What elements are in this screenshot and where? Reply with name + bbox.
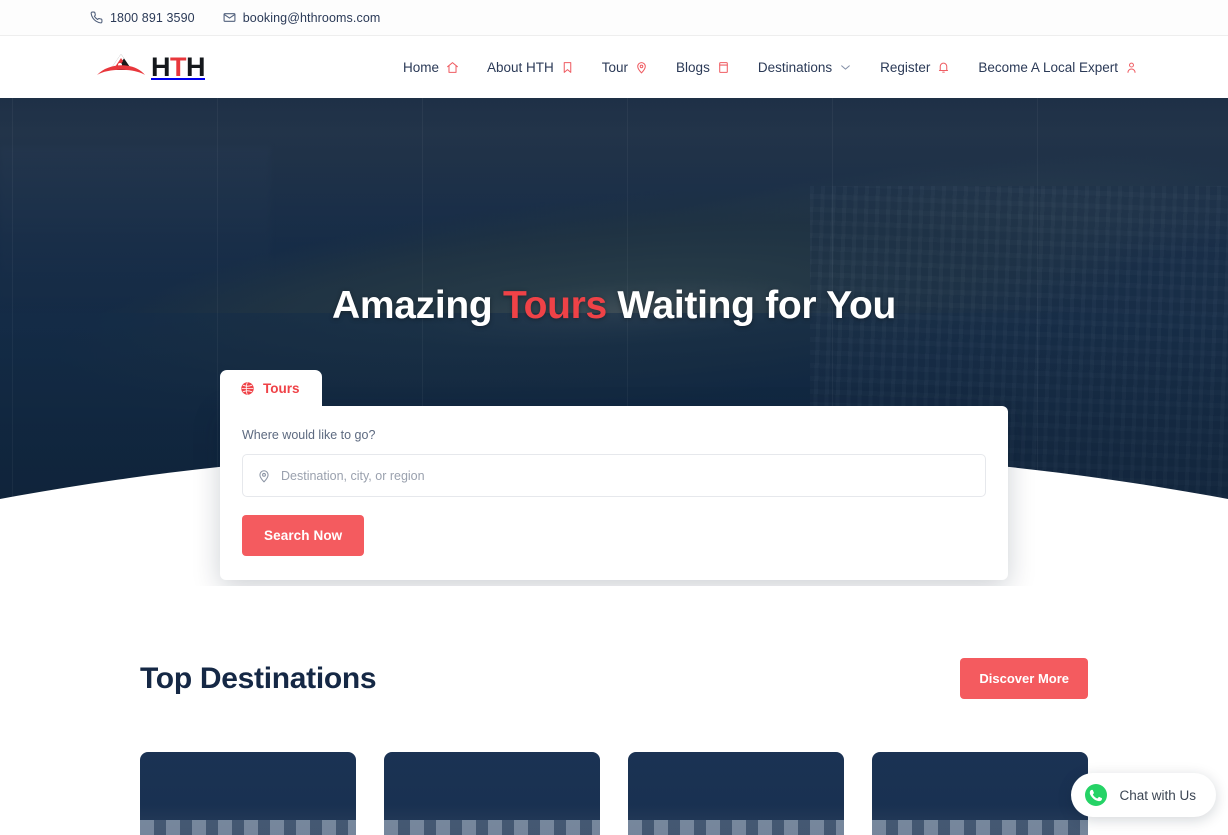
search-input[interactable] [281,468,971,483]
nav-item-label: Become A Local Expert [978,59,1118,75]
hero-title-post: Waiting for You [606,284,896,327]
search-field-label: Where would like to go? [242,428,376,442]
top-utility-bar: 1800 891 3590 booking@hthrooms.com [0,0,1228,36]
nav-item-blogs[interactable]: Blogs [676,60,730,75]
chevron-down-icon [839,61,852,74]
hero-banner: Amazing Tours Waiting for You Tours Wher… [0,98,1228,586]
search-tab-tours[interactable]: Tours [220,370,322,406]
site-logo[interactable]: HTH [95,50,206,84]
nav-item-label: Tour [601,59,629,75]
nav-item-tour[interactable]: Tour [602,60,648,75]
home-icon [446,61,459,74]
search-now-button[interactable]: Search Now [242,515,365,556]
nav-item-label: Register [880,59,931,75]
site-header: HTH Home About HTH Tour Blogs Destinatio… [0,36,1228,98]
phone-icon [90,11,103,24]
nav-item-home[interactable]: Home [403,60,459,75]
top-destinations-header: Top Destinations Discover More [140,586,1088,699]
destination-card[interactable] [384,752,600,835]
nav-item-label: Blogs [676,59,710,75]
user-icon [1125,61,1138,74]
hero-title: Amazing Tours Waiting for You [0,284,1228,328]
whatsapp-icon [1084,783,1108,807]
top-destinations-section: Top Destinations Discover More [0,586,1228,835]
nav-item-destinations[interactable]: Destinations [758,60,852,75]
site-logo-text: HTH [151,51,206,82]
topbar-phone[interactable]: 1800 891 3590 [90,11,195,25]
destination-card[interactable] [872,752,1088,835]
hero-search-widget: Tours Where would like to go? Search Now [220,370,1008,580]
search-panel: Where would like to go? Search Now [220,406,1008,580]
destination-card[interactable] [140,752,356,835]
nav-item-label: Destinations [757,59,833,75]
map-pin-icon [257,469,271,483]
mail-icon [223,11,236,24]
nav-item-about-hth[interactable]: About HTH [487,60,574,75]
search-tab-bar: Tours [220,370,1008,406]
page-title: Top Destinations [140,661,377,695]
chat-with-us-widget[interactable]: Chat with Us [1071,773,1216,817]
logo-letter-h1: H [151,51,171,82]
hero-title-pre: Amazing [331,284,503,327]
topbar-phone-text: 1800 891 3590 [110,10,195,25]
nav-item-label: About HTH [487,59,554,75]
globe-icon [240,381,255,396]
search-tab-label: Tours [263,381,300,396]
chat-with-us-label: Chat with Us [1119,787,1196,803]
bookmark-icon [561,61,574,74]
discover-more-button[interactable]: Discover More [960,658,1088,699]
logo-letter-t: T [170,51,187,82]
destination-card[interactable] [628,752,844,835]
nav-item-register[interactable]: Register [880,60,950,75]
logo-letter-h2: H [186,51,206,82]
bell-icon [937,61,950,74]
book-icon [717,61,730,74]
destination-search-field[interactable] [242,454,986,497]
hero-title-highlight: Tours [502,284,607,327]
destination-card-grid [140,752,1088,835]
nav-item-label: Home [402,59,439,75]
nav-item-become-a-local-expert[interactable]: Become A Local Expert [978,60,1138,75]
main-navigation: Home About HTH Tour Blogs Destinations R… [403,60,1138,75]
topbar-email-text: booking@hthrooms.com [242,10,381,25]
topbar-email[interactable]: booking@hthrooms.com [223,11,381,25]
map-pin-icon [635,61,648,74]
hero-content: Amazing Tours Waiting for You Tours Wher… [0,98,1228,586]
hth-mountain-logo-icon [95,50,147,84]
